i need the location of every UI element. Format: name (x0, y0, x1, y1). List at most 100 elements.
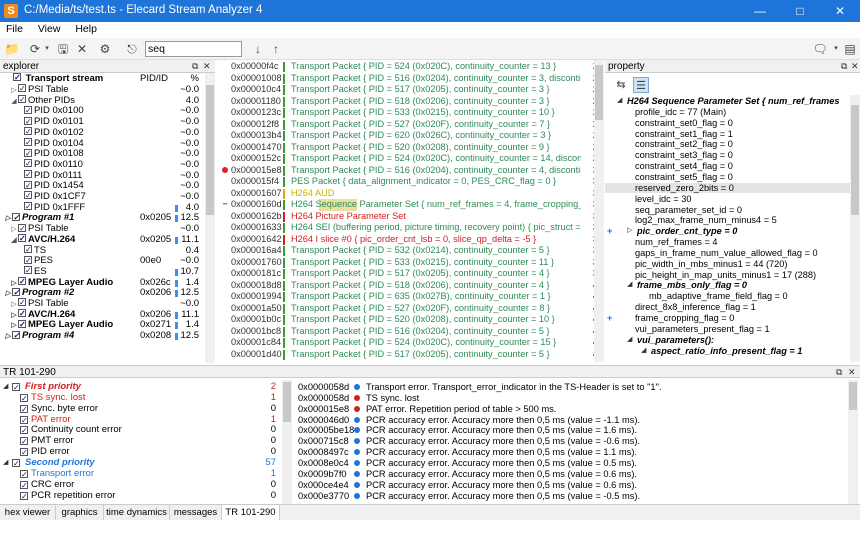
maximize-button[interactable]: □ (780, 0, 820, 22)
explorer-row[interactable]: ✓ PID 0x0108 ~0.0 (0, 148, 205, 160)
property-row[interactable]: constraint_set0_flag = 0 (605, 118, 850, 129)
tr101-row[interactable]: ✓ PCR repetition error 0 (0, 490, 280, 502)
explorer-row[interactable]: ✓ PID 0x0110 ~0.0 (0, 159, 205, 171)
packet-row[interactable]: 0x000012f8 Transport Packet { PID = 527 (… (218, 119, 604, 131)
packet-row[interactable]: 0x000015f4 PES Packet { data_alignment_in… (218, 176, 604, 188)
log-row[interactable]: 0x000046d0 PCR accuracy error. Accuracy m… (296, 415, 856, 426)
restore-icon[interactable]: ⧉ (836, 366, 842, 379)
explorer-row[interactable]: ✓ PID 0x0111 ~0.0 (0, 170, 205, 182)
checkbox[interactable]: ✓ (20, 469, 28, 478)
checkbox[interactable]: ✓ (24, 180, 32, 189)
find-icon[interactable]: ⎋ (124, 41, 140, 57)
swap-icon[interactable]: ⇆ (613, 77, 629, 93)
checkbox[interactable]: ✓ (24, 202, 32, 211)
collapse-arrow-icon[interactable]: ◢ (3, 458, 8, 469)
log-row[interactable]: 0x0000058d Transport error. Transport_err… (296, 382, 856, 393)
scroll-thumb[interactable] (595, 65, 603, 120)
explorer-row[interactable]: ▷ ✓ Program #4 0x0208 12.5 (0, 330, 205, 342)
property-row[interactable]: constraint_set1_flag = 1 (605, 129, 850, 140)
property-row[interactable]: vui_parameters_present_flag = 1 (605, 324, 850, 335)
packet-row[interactable]: 0x00001642 H264 I slice #0 { pic_order_cn… (218, 234, 604, 246)
explorer-row[interactable]: ◢ ✓ AVC/H.264 0x0205 11.1 (0, 234, 205, 246)
tab-hex-viewer[interactable]: hex viewer (0, 505, 56, 520)
property-row[interactable]: + ▷ pic_order_cnt_type = 0 (605, 226, 850, 237)
property-scrollbar[interactable] (850, 95, 860, 362)
checkbox[interactable]: ✓ (24, 159, 32, 168)
checkbox[interactable]: ✓ (24, 127, 32, 136)
log-scrollbar[interactable] (848, 380, 858, 504)
packet-row[interactable]: 0x000010c4 Transport Packet { PID = 517 (… (218, 84, 604, 96)
explorer-row[interactable]: ✓ PES 00e0 ~0.0 (0, 255, 205, 267)
checkbox[interactable]: ✓ (20, 491, 28, 500)
tab-messages[interactable]: messages (170, 505, 222, 520)
menu-help[interactable]: Help (69, 22, 103, 36)
log-row[interactable]: 0x000ce4e4 PCR accuracy error. Accuracy m… (296, 480, 856, 491)
open-folder-icon[interactable]: 📁 (4, 41, 20, 57)
arrow-up-icon[interactable]: ↑ (268, 41, 284, 57)
collapse-icon[interactable]: − (221, 199, 229, 211)
packet-row[interactable]: 0x00001c84 Transport Packet { PID = 524 (… (218, 337, 604, 349)
checkbox[interactable]: ✓ (18, 223, 26, 232)
packet-row[interactable]: 0x00001633 H264 SEI (buffering period, pi… (218, 222, 604, 234)
collapse-arrow-icon[interactable]: ◢ (3, 382, 8, 393)
tr101-scrollbar[interactable] (282, 380, 292, 504)
explorer-row[interactable]: ✓ PID 0x0102 ~0.0 (0, 127, 205, 139)
collapse-arrow-icon[interactable]: ◢ (627, 335, 632, 346)
property-row[interactable]: + frame_cropping_flag = 0 (605, 313, 850, 324)
explorer-row[interactable]: ✓ PID 0x0101 ~0.0 (0, 116, 205, 128)
window-layout-icon[interactable]: ▤ (842, 41, 858, 57)
property-row[interactable]: pic_height_in_map_units_minus1 = 17 (288… (605, 270, 850, 281)
checkbox[interactable]: ✓ (20, 415, 28, 424)
checkbox[interactable]: ✓ (20, 448, 28, 457)
close-file-icon[interactable]: ✕ (74, 41, 90, 57)
collapse-arrow-icon[interactable]: ◢ (627, 280, 632, 291)
packet-row[interactable]: 0x00001760 Transport Packet { PID = 533 (… (218, 257, 604, 269)
checkbox[interactable]: ✓ (18, 277, 26, 286)
packet-row[interactable]: 0x00001994 Transport Packet { PID = 635 (… (218, 291, 604, 303)
tab-time-dynamics[interactable]: time dynamics (104, 505, 170, 520)
menu-view[interactable]: View (32, 22, 67, 36)
property-row[interactable]: num_ref_frames = 4 (605, 237, 850, 248)
tr101-row[interactable]: ✓ Transport error 1 (0, 468, 280, 480)
close-panel-icon[interactable]: ✕ (851, 60, 859, 73)
arrow-down-icon[interactable]: ↓ (250, 41, 266, 57)
log-row[interactable]: 0x0009b7f0 PCR accuracy error. Accuracy m… (296, 469, 856, 480)
tr101-row[interactable]: ✓ TS sync. lost 1 (0, 392, 280, 404)
checkbox[interactable]: ✓ (12, 287, 20, 296)
refresh-dropdown-icon[interactable]: ▾ (39, 41, 55, 57)
close-panel-icon[interactable]: ✕ (848, 366, 856, 379)
packet-row[interactable]: 0x000018d8 Transport Packet { PID = 518 (… (218, 280, 604, 292)
packet-row[interactable]: 0x00001470 Transport Packet { PID = 520 (… (218, 142, 604, 154)
checkbox[interactable]: ✓ (12, 330, 20, 339)
property-row[interactable]: reserved_zero_2bits = 0 (605, 182, 850, 194)
packet-row[interactable]: 0x0000162bH264 Picture Parameter Set34 (218, 211, 604, 223)
checkbox[interactable]: ✓ (18, 234, 26, 243)
property-row[interactable]: constraint_set2_flag = 0 (605, 139, 850, 150)
packet-row[interactable]: 0x00001180 Transport Packet { PID = 518 (… (218, 96, 604, 108)
packet-row[interactable]: 0x0000181c Transport Packet { PID = 517 (… (218, 268, 604, 280)
checkbox[interactable]: ✓ (24, 266, 32, 275)
checkbox[interactable]: ✓ (18, 298, 26, 307)
packet-row[interactable]: 0x00001b0c Transport Packet { PID = 520 (… (218, 314, 604, 326)
packet-row[interactable]: −0x0000160d H264 Sequence Parameter Set {… (218, 199, 604, 211)
minimize-button[interactable]: — (740, 0, 780, 22)
packet-row[interactable]: 0x00001d40 Transport Packet { PID = 517 (… (218, 349, 604, 361)
packet-row[interactable]: 0x00001a50 Transport Packet { PID = 527 (… (218, 303, 604, 315)
log-row[interactable]: 0x0000058d TS sync. lost (296, 393, 856, 404)
close-panel-icon[interactable]: ✕ (203, 60, 211, 73)
property-row[interactable]: log2_max_frame_num_minus4 = 5 (605, 215, 850, 226)
property-row[interactable]: ◢ H264 Sequence Parameter Set { num_ref_f… (605, 96, 850, 107)
tab-tr101-290[interactable]: TR 101-290 (222, 505, 280, 520)
property-row[interactable]: mb_adaptive_frame_field_flag = 0 (605, 291, 850, 302)
packet-row[interactable]: 0x00001607H264 AUD32 (218, 188, 604, 200)
property-row[interactable]: ◢ aspect_ratio_info_present_flag = 1 (605, 346, 850, 357)
property-row[interactable]: constraint_set3_flag = 0 (605, 150, 850, 161)
checkbox[interactable]: ✓ (20, 426, 28, 435)
explorer-row[interactable]: ◢ ✓ Other PIDs 4.0 (0, 95, 205, 107)
log-row[interactable]: 0x000e3770 PCR accuracy error. Accuracy m… (296, 491, 856, 502)
log-row[interactable]: 0x000015e8 PAT error. Repetition period o… (296, 404, 856, 415)
checkbox[interactable]: ✓ (12, 458, 20, 467)
scroll-thumb[interactable] (283, 382, 291, 422)
checkbox[interactable]: ✓ (24, 137, 32, 146)
packet-row[interactable]: 0x0000152c Transport Packet { PID = 524 (… (218, 153, 604, 165)
